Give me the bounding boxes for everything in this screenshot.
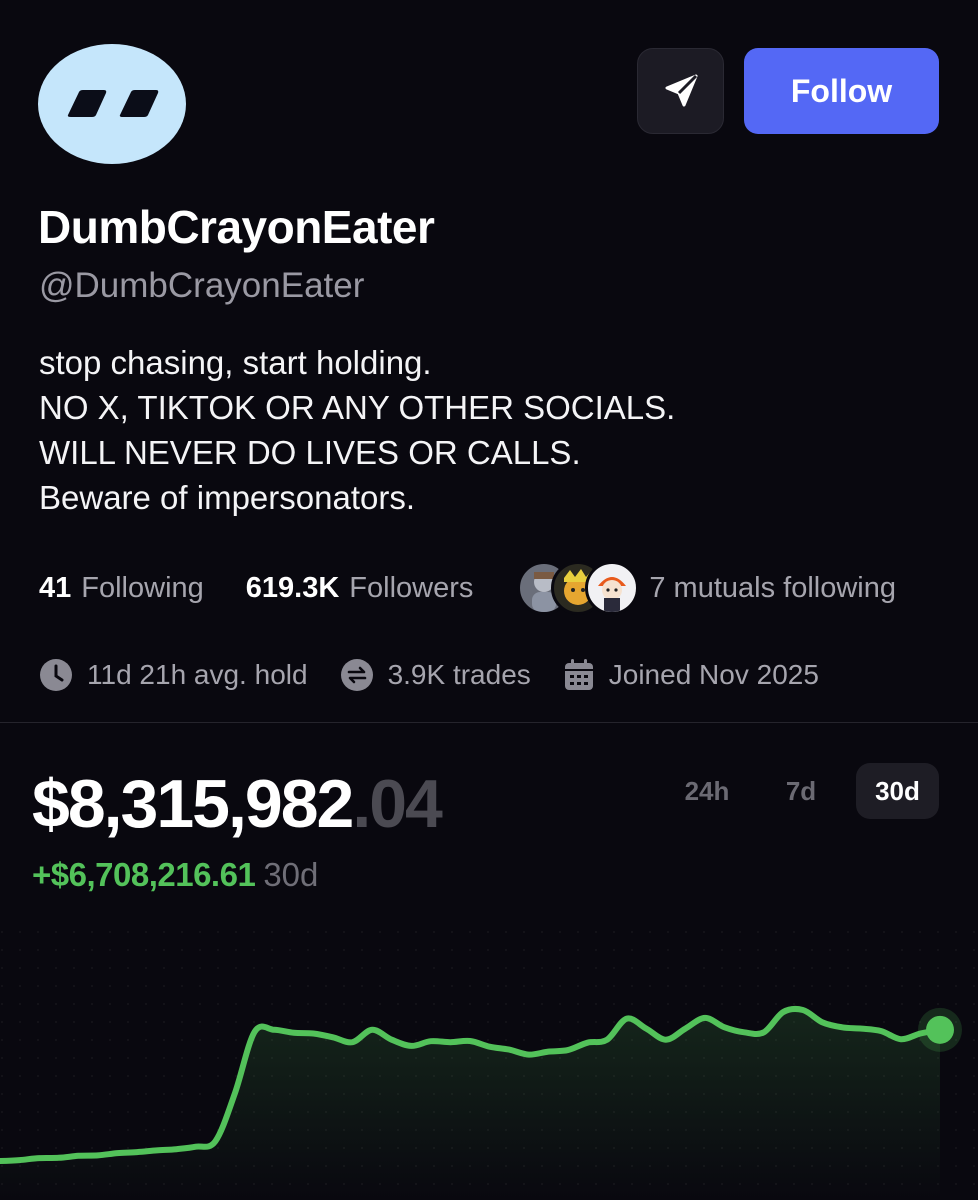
balance-decimal: .04: [352, 766, 443, 842]
avg-hold: 11d 21h avg. hold: [39, 658, 308, 692]
bio-line: NO X, TIKTOK OR ANY OTHER SOCIALS.: [39, 389, 676, 426]
bio: stop chasing, start holding. NO X, TIKTO…: [39, 340, 675, 520]
tab-7d[interactable]: 7d: [764, 763, 838, 819]
profile-avatar[interactable]: [38, 44, 186, 164]
bio-line: stop chasing, start holding.: [39, 344, 432, 381]
send-icon: [665, 74, 697, 107]
bio-line: WILL NEVER DO LIVES OR CALLS.: [39, 434, 581, 471]
chart-endpoint-dot: [926, 1015, 954, 1044]
balance-main: $8,315,982: [32, 766, 354, 842]
mutuals-label[interactable]: 7 mutuals following: [649, 572, 896, 605]
following-stat[interactable]: 41 Following: [39, 572, 204, 605]
double-slash-logo-icon: [67, 90, 159, 117]
follow-button[interactable]: Follow: [744, 48, 939, 134]
tab-30d[interactable]: 30d: [856, 763, 939, 819]
followers-label: Followers: [349, 571, 474, 604]
section-divider: [0, 722, 978, 723]
tab-24h[interactable]: 24h: [666, 763, 748, 819]
swap-icon: [340, 659, 373, 691]
user-handle: @DumbCrayonEater: [39, 266, 365, 305]
joined: Joined Nov 2025: [563, 658, 819, 692]
pnl-period: 30d: [263, 856, 319, 893]
followers-count: 619.3K: [245, 571, 340, 604]
trades-text: 3.9K trades: [387, 659, 531, 690]
trades: 3.9K trades: [340, 658, 531, 692]
followers-stat[interactable]: 619.3K Followers: [246, 572, 474, 605]
following-label: Following: [81, 571, 204, 604]
pnl-value: +$6,708,216.61: [32, 856, 256, 893]
mutual-avatar: [585, 561, 640, 615]
joined-text: Joined Nov 2025: [608, 659, 819, 690]
pnl-change: +$6,708,216.61 30d: [32, 856, 318, 894]
mutual-avatars[interactable]: [517, 561, 641, 615]
clock-icon: [40, 659, 72, 691]
calendar-icon: [564, 659, 593, 690]
portfolio-balance: $8,315,982.04: [32, 765, 443, 843]
share-button[interactable]: [637, 48, 724, 134]
stats-row: 41 Following 619.3K Followers 7 mutuals …: [39, 561, 896, 615]
avg-hold-text: 11d 21h avg. hold: [87, 659, 308, 690]
display-name: DumbCrayonEater: [38, 201, 435, 253]
bio-line: Beware of impersonators.: [39, 479, 416, 516]
portfolio-chart: [0, 930, 978, 1200]
following-count: 41: [39, 571, 72, 604]
meta-row: 11d 21h avg. hold 3.9K trades Joined Nov…: [39, 654, 819, 696]
